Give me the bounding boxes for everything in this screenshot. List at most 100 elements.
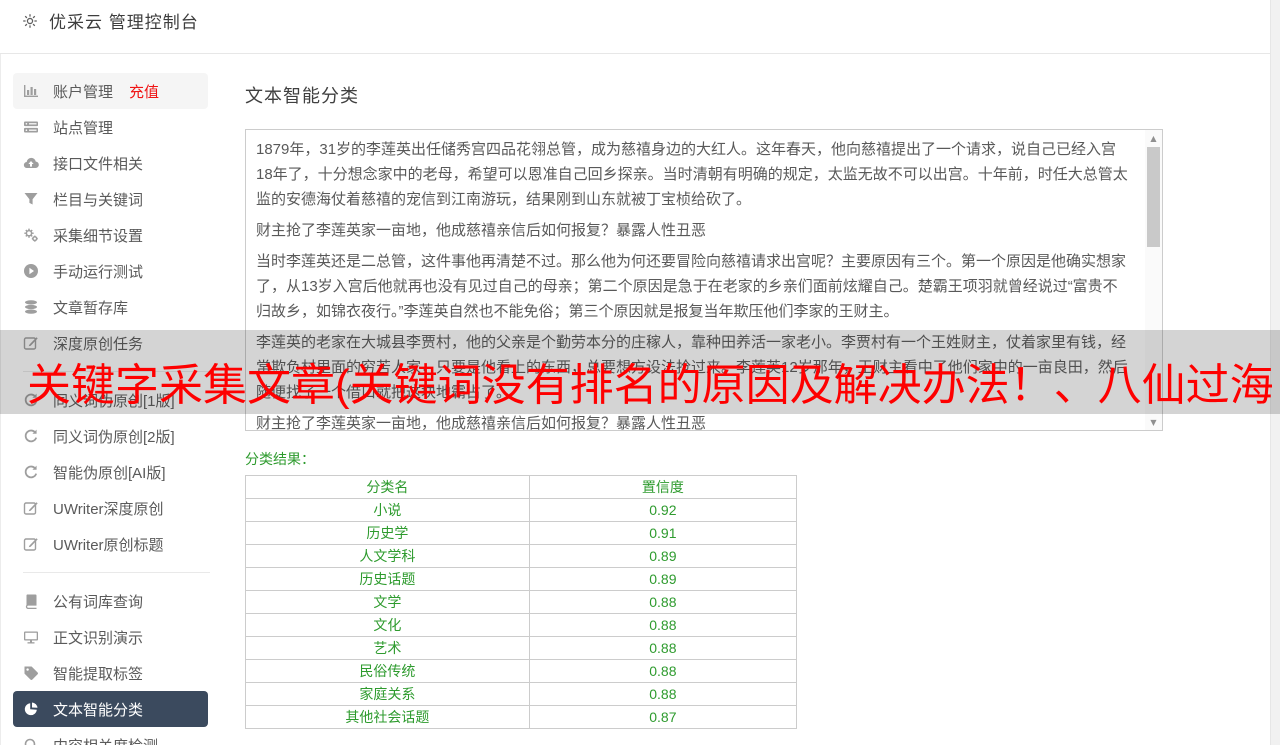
filter-icon <box>24 193 38 205</box>
sidebar-item-label: 公有词库查询 <box>53 593 144 611</box>
sidebar-item-sites[interactable]: 站点管理 <box>13 109 208 145</box>
refresh-icon <box>24 429 38 443</box>
results-label: 分类结果： <box>245 451 315 467</box>
sidebar-item-ai-rewrite[interactable]: 智能伪原创[AI版] <box>13 454 208 490</box>
table-row: 文学 0.88 <box>245 590 798 614</box>
database-icon <box>25 300 37 314</box>
column-header-confidence: 置信度 <box>528 475 798 499</box>
app-title: 优采云 管理控制台 <box>49 13 199 32</box>
sidebar-item-interface-files[interactable]: 接口文件相关 <box>13 145 208 181</box>
main-content: 文本智能分类 1879年，31岁的李莲英出任储秀宫四品花翎总管，成为慈禧身边的大… <box>240 54 1270 745</box>
sidebar-item-label: 采集细节设置 <box>53 227 144 245</box>
monitor-icon <box>24 631 38 644</box>
page-title: 文本智能分类 <box>245 86 359 106</box>
sidebar-item-label: 文本智能分类 <box>53 701 144 719</box>
app-window: 优采云 管理控制台 账户管理 充值 站点管理 接口文件相关 栏目与关键词 采集细… <box>0 0 1280 745</box>
pie-chart-icon <box>24 702 38 716</box>
sidebar-item-text-classification[interactable]: 文本智能分类 <box>13 691 208 727</box>
page-scrollbar[interactable] <box>1270 0 1280 745</box>
sidebar-item-deep-original-task[interactable]: 深度原创任务 <box>13 325 208 361</box>
sidebar-item-label: 智能提取标签 <box>53 665 144 683</box>
article-paragraph: 1879年，31岁的李莲英出任储秀宫四品花翎总管，成为慈禧身边的大红人。这年春天… <box>256 141 1128 208</box>
sidebar-item-label: 同义词伪原创[1版] <box>53 392 175 410</box>
scroll-down-icon[interactable]: ▼ <box>1145 414 1162 430</box>
gears-icon <box>24 228 38 242</box>
table-row: 民俗传统 0.88 <box>245 659 798 683</box>
sidebar-item-manual-run-test[interactable]: 手动运行测试 <box>13 253 208 289</box>
category-cell: 文化 <box>245 613 530 637</box>
category-cell: 其他社会话题 <box>245 705 530 729</box>
confidence-cell: 0.92 <box>528 498 798 522</box>
table-row: 其他社会话题 0.87 <box>245 705 798 729</box>
sidebar-item-label: 正文识别演示 <box>53 629 144 647</box>
confidence-cell: 0.91 <box>528 521 798 545</box>
article-paragraph: 当时李莲英还是二总管，这件事他再清楚不过。那么他为何还要冒险向慈禧请求出宫呢？主… <box>256 253 1127 320</box>
confidence-cell: 0.88 <box>528 636 798 660</box>
sidebar-item-label: 智能伪原创[AI版] <box>53 464 166 482</box>
confidence-cell: 0.88 <box>528 590 798 614</box>
sidebar-item-label: 站点管理 <box>53 119 114 137</box>
article-textarea[interactable]: 1879年，31岁的李莲英出任储秀宫四品花翎总管，成为慈禧身边的大红人。这年春天… <box>245 129 1163 431</box>
table-row: 艺术 0.88 <box>245 636 798 660</box>
article-paragraph: 财主抢了李莲英家一亩地，他成慈禧亲信后如何报复？暴露人性丑恶 <box>256 222 707 239</box>
table-header-row: 分类名 置信度 <box>245 475 798 499</box>
sidebar-divider <box>23 371 210 372</box>
sidebar-item-label: 栏目与关键词 <box>53 191 144 209</box>
confidence-cell: 0.88 <box>528 682 798 706</box>
table-row: 文化 0.88 <box>245 613 798 637</box>
brand: 优采云 管理控制台 <box>22 8 199 33</box>
results-table: 分类名 置信度 小说 0.92 历史学 0.91 人文学科 0.89 历史话题 0.89… <box>245 475 798 729</box>
sidebar-item-public-lexicon[interactable]: 公有词库查询 <box>13 583 208 619</box>
sidebar-item-synonym-rewrite-v1[interactable]: 同义词伪原创[1版] <box>13 382 208 418</box>
sidebar-item-label: 接口文件相关 <box>53 155 144 173</box>
sidebar-item-account[interactable]: 账户管理 充值 <box>13 73 208 109</box>
top-bar: 优采云 管理控制台 <box>0 0 1270 54</box>
sidebar-item-extract-tags[interactable]: 智能提取标签 <box>13 655 208 691</box>
sidebar-item-columns-keywords[interactable]: 栏目与关键词 <box>13 181 208 217</box>
cloud-upload-icon <box>23 157 39 169</box>
category-cell: 家庭关系 <box>245 682 530 706</box>
category-cell: 人文学科 <box>245 544 530 568</box>
table-row: 家庭关系 0.88 <box>245 682 798 706</box>
tag-icon <box>24 666 38 680</box>
sidebar-item-uwriter-deep[interactable]: UWriter深度原创 <box>13 490 208 526</box>
sidebar-item-body-recognition[interactable]: 正文识别演示 <box>13 619 208 655</box>
table-row: 历史话题 0.89 <box>245 567 798 591</box>
textarea-scrollbar[interactable]: ▲ ▼ <box>1145 130 1162 430</box>
sidebar-item-label: UWriter深度原创 <box>53 500 164 518</box>
category-cell: 文学 <box>245 590 530 614</box>
category-cell: 艺术 <box>245 636 530 660</box>
sidebar-item-relevance-check[interactable]: 内容相关度检测 <box>13 727 208 745</box>
recharge-badge[interactable]: 充值 <box>129 81 159 102</box>
sidebar-item-label: 深度原创任务 <box>53 335 144 353</box>
confidence-cell: 0.89 <box>528 544 798 568</box>
table-row: 小说 0.92 <box>245 498 798 522</box>
bar-chart-icon <box>24 85 38 97</box>
table-row: 人文学科 0.89 <box>245 544 798 568</box>
scroll-up-icon[interactable]: ▲ <box>1145 130 1162 146</box>
category-cell: 历史话题 <box>245 567 530 591</box>
sidebar-item-synonym-rewrite-v2[interactable]: 同义词伪原创[2版] <box>13 418 208 454</box>
sidebar-item-collect-settings[interactable]: 采集细节设置 <box>13 217 208 253</box>
refresh-icon <box>24 393 38 407</box>
sidebar: 账户管理 充值 站点管理 接口文件相关 栏目与关键词 采集细节设置 手动运行测试… <box>0 54 240 745</box>
column-header-category: 分类名 <box>245 475 530 499</box>
scrollbar-thumb[interactable] <box>1147 147 1160 247</box>
book-icon <box>25 594 37 609</box>
sidebar-divider <box>23 572 210 573</box>
sidebar-item-uwriter-title[interactable]: UWriter原创标题 <box>13 526 208 562</box>
play-icon <box>24 264 38 278</box>
gear-icon <box>23 13 37 28</box>
search-icon <box>24 738 36 745</box>
article-paragraph: 李莲英的老家在大城县李贾村，他的父亲是个勤劳本分的庄稼人，靠种田养活一家老小。李… <box>256 334 1128 401</box>
edit-icon <box>23 337 38 350</box>
sidebar-item-label: 内容相关度检测 <box>53 735 158 745</box>
server-icon <box>24 121 38 133</box>
edit-icon <box>23 502 38 515</box>
category-cell: 民俗传统 <box>245 659 530 683</box>
confidence-cell: 0.87 <box>528 705 798 729</box>
sidebar-item-article-store[interactable]: 文章暂存库 <box>13 289 208 325</box>
confidence-cell: 0.89 <box>528 567 798 591</box>
table-row: 历史学 0.91 <box>245 521 798 545</box>
article-text: 1879年，31岁的李莲英出任储秀宫四品花翎总管，成为慈禧身边的大红人。这年春天… <box>246 130 1162 430</box>
